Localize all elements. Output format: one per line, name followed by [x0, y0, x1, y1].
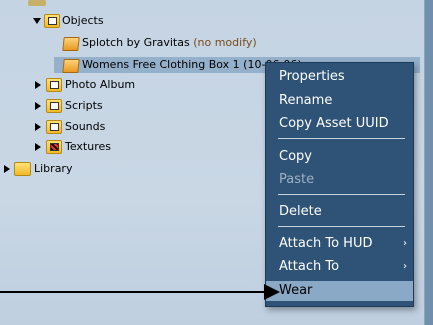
submenu-arrow-icon: ›	[403, 261, 407, 272]
menu-separator	[278, 194, 405, 195]
tree-item-objects[interactable]: Objects	[62, 13, 104, 29]
menu-item-rename[interactable]: Rename	[266, 91, 413, 111]
tree-item-photo-album[interactable]: Photo Album	[65, 77, 135, 93]
menu-separator	[278, 138, 405, 139]
menu-item-paste: Paste	[279, 172, 315, 187]
menu-item-label: Attach To	[279, 259, 340, 274]
library-folder-icon	[14, 162, 31, 176]
sounds-folder-icon	[46, 120, 62, 134]
tree-item-splotch[interactable]: Splotch by Gravitas (no modify)	[82, 35, 257, 51]
expand-arrow-right-icon[interactable]	[35, 102, 41, 110]
menu-item-attach-to-hud[interactable]: Attach To HUD ›	[266, 234, 413, 254]
tree-item-library[interactable]: Library	[34, 161, 72, 177]
textures-folder-icon	[46, 140, 62, 154]
menu-item-attach-to[interactable]: Attach To ›	[266, 257, 413, 277]
menu-item-label: Attach To HUD	[279, 236, 373, 251]
expand-arrow-right-icon[interactable]	[4, 165, 10, 173]
item-name: Splotch by Gravitas	[82, 36, 190, 49]
partial-folder-icon	[28, 0, 46, 6]
menu-item-copy-asset-uuid[interactable]: Copy Asset UUID	[266, 114, 413, 134]
annotation-arrow-line	[0, 291, 265, 293]
context-menu: Properties Rename Copy Asset UUID Copy P…	[265, 62, 414, 307]
menu-item-copy[interactable]: Copy	[266, 147, 413, 167]
photo-album-folder-icon	[46, 78, 62, 92]
menu-item-delete[interactable]: Delete	[266, 202, 413, 222]
expand-arrow-right-icon[interactable]	[35, 123, 41, 131]
expand-arrow-down-icon[interactable]	[33, 18, 41, 24]
object-box-icon	[62, 59, 80, 73]
tree-item-textures[interactable]: Textures	[65, 139, 111, 155]
tree-item-sounds[interactable]: Sounds	[65, 119, 105, 135]
item-permission: (no modify)	[193, 36, 257, 49]
expand-arrow-right-icon[interactable]	[35, 81, 41, 89]
menu-item-wear[interactable]: Wear	[266, 281, 413, 301]
annotation-arrow-head-icon	[264, 284, 280, 300]
expand-arrow-right-icon[interactable]	[35, 143, 41, 151]
menu-separator	[278, 226, 405, 227]
tree-item-scripts[interactable]: Scripts	[65, 98, 103, 114]
objects-folder-icon	[44, 14, 60, 28]
object-box-icon	[62, 37, 80, 51]
submenu-arrow-icon: ›	[403, 238, 407, 249]
menu-item-properties[interactable]: Properties	[266, 67, 413, 87]
scripts-folder-icon	[46, 99, 62, 113]
